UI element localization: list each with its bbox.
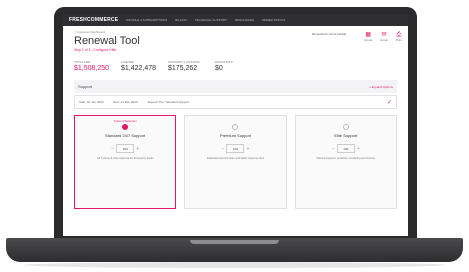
card-description: Named engineer, proactive monitoring and… bbox=[316, 157, 376, 160]
laptop-shadow bbox=[24, 262, 445, 268]
card-radio[interactable] bbox=[342, 124, 349, 130]
stat-discounts: DISCOUNTS $0 bbox=[215, 60, 254, 72]
card-name: Premium Support bbox=[219, 133, 252, 138]
end-date-field[interactable]: End: 31 Dec 2023 bbox=[114, 100, 138, 104]
quantity-input[interactable]: 100 bbox=[116, 144, 135, 153]
top-navigation: FRESHCOMMERCE PROFILE & SUBSCRIPTIONS BI… bbox=[63, 14, 408, 26]
support-card-standard[interactable]: Current Selection Standard 24/7 Support … bbox=[74, 115, 177, 209]
card-name: Elite Support bbox=[334, 133, 358, 138]
print-label: Print bbox=[395, 38, 402, 42]
laptop-frame: FRESHCOMMERCE PROFILE & SUBSCRIPTIONS BI… bbox=[0, 0, 469, 272]
support-option-cards: Current Selection Standard 24/7 Support … bbox=[74, 115, 397, 209]
stat-value: $1,508,250 bbox=[74, 65, 110, 72]
section-title: Support bbox=[78, 84, 93, 89]
print-tool[interactable]: ⎙ Print bbox=[396, 32, 402, 42]
account-text: Renewal for Acme Global bbox=[312, 32, 346, 36]
quantity-stepper: − 100 + bbox=[332, 144, 360, 153]
plus-icon[interactable]: + bbox=[136, 146, 139, 152]
check-icon[interactable]: ✓ bbox=[387, 99, 392, 106]
nav-item-billing[interactable]: BILLING bbox=[175, 18, 187, 22]
stat-support-hosting: SUPPORT & HOSTING $175,262 bbox=[168, 60, 207, 72]
quote-label: Quote bbox=[364, 38, 373, 42]
card-name: Standard 24/7 Support bbox=[105, 133, 146, 138]
quantity-stepper: − 100 + bbox=[111, 144, 139, 153]
brand-logo[interactable]: FRESHCOMMERCE bbox=[69, 17, 118, 23]
stat-value: $175,262 bbox=[168, 65, 198, 72]
quantity-input[interactable]: 100 bbox=[226, 144, 245, 153]
card-tag: Current Selection bbox=[113, 119, 137, 123]
main-content: < Customer Dashboard Renewal Tool Step 1… bbox=[63, 26, 408, 209]
quote-tool[interactable]: ▦ Quote bbox=[364, 32, 372, 42]
stat-value: $0 bbox=[215, 65, 223, 72]
plus-icon[interactable]: + bbox=[246, 146, 249, 152]
stat-label: DISCOUNTS bbox=[215, 60, 233, 64]
support-card-premium[interactable]: Premium Support − 100 + Dedicated accoun… bbox=[184, 115, 287, 209]
start-date-field[interactable]: Start: 01 Jan 2023 bbox=[79, 100, 104, 104]
stat-license: LICENSE $1,422,478 bbox=[121, 60, 160, 72]
support-tier-field[interactable]: Support Tier: Standard Support bbox=[148, 100, 190, 104]
minus-icon[interactable]: − bbox=[111, 146, 114, 152]
card-description: 24/7 phone & chat response for all sever… bbox=[96, 157, 154, 160]
laptop-screen: FRESHCOMMERCE PROFILE & SUBSCRIPTIONS BI… bbox=[63, 14, 408, 236]
nav-item-order-status[interactable]: ORDER STATUS bbox=[262, 18, 285, 22]
page-subtitle: Step 1 of 3 - Configure Offer bbox=[74, 48, 117, 52]
support-card-elite[interactable]: Elite Support − 100 + Named engineer, pr… bbox=[294, 115, 397, 209]
nav-item-profile[interactable]: PROFILE & SUBSCRIPTIONS bbox=[126, 18, 167, 22]
stat-value: $1,422,478 bbox=[121, 65, 157, 72]
quantity-stepper: − 100 + bbox=[222, 144, 249, 153]
expand-options-link[interactable]: + Expand Options bbox=[369, 85, 393, 89]
stat-total-arr: TOTAL ARR $1,508,250 bbox=[74, 60, 113, 72]
card-radio[interactable] bbox=[232, 124, 239, 130]
support-filters: Start: 01 Jan 2023 End: 31 Dec 2023 Supp… bbox=[74, 95, 397, 109]
nav-item-resources[interactable]: RESOURCES bbox=[235, 18, 254, 22]
quantity-input[interactable]: 100 bbox=[336, 144, 355, 153]
card-radio[interactable] bbox=[122, 124, 129, 130]
email-tool[interactable]: ✉ Email bbox=[380, 32, 388, 42]
header-tools: Renewal for Acme Global ▦ Quote ✉ Email … bbox=[312, 32, 402, 42]
laptop-base-notch bbox=[190, 240, 279, 244]
plus-icon[interactable]: + bbox=[357, 146, 360, 152]
stat-label: TOTAL ARR bbox=[74, 60, 91, 64]
support-section-header: Support + Expand Options bbox=[74, 80, 397, 93]
minus-icon[interactable]: − bbox=[222, 146, 225, 152]
minus-icon[interactable]: − bbox=[332, 146, 335, 152]
email-label: Email bbox=[380, 38, 388, 42]
stat-label: LICENSE bbox=[121, 60, 134, 64]
nav-item-technical-support[interactable]: TECHNICAL SUPPORT bbox=[195, 18, 227, 22]
card-description: Dedicated account team and faster respon… bbox=[206, 157, 265, 160]
stat-label: SUPPORT & HOSTING bbox=[168, 60, 200, 64]
stats-row: TOTAL ARR $1,508,250 LICENSE $1,422,478 … bbox=[74, 60, 397, 72]
